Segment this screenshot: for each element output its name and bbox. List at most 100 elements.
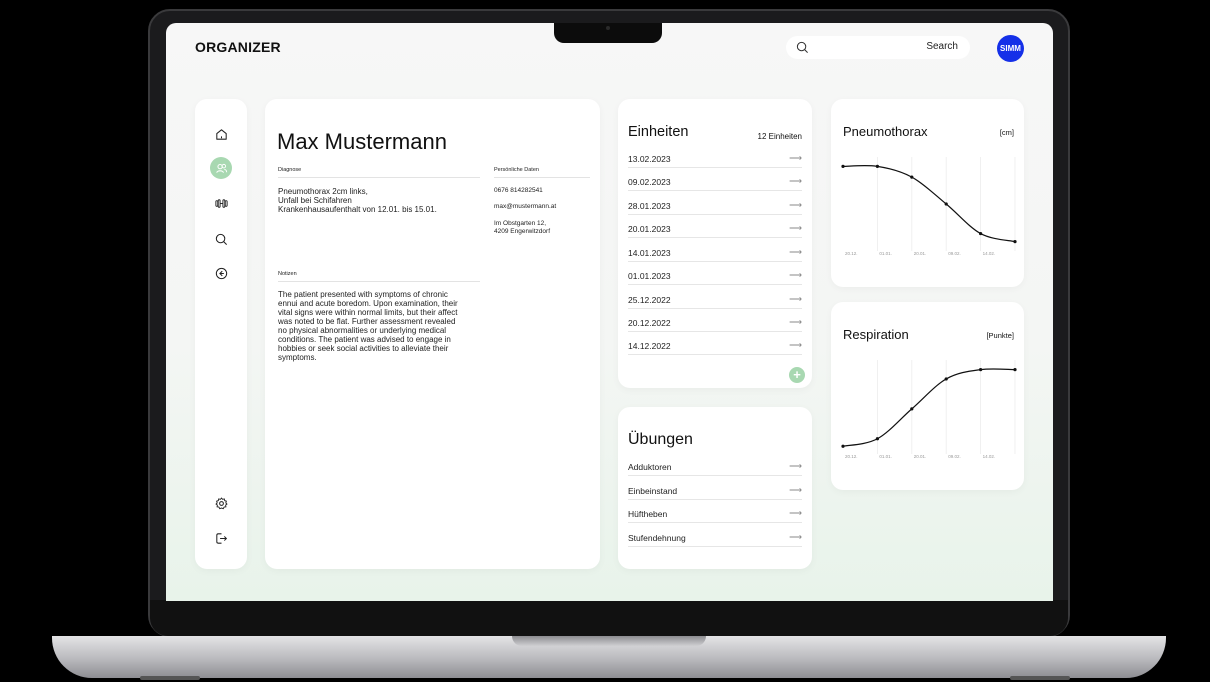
notes-line: was noted to be flat. Further assessment… bbox=[278, 317, 456, 326]
exercise-name: Hüftheben bbox=[628, 509, 668, 519]
logout-icon[interactable] bbox=[210, 527, 232, 549]
chart-title: Pneumothorax bbox=[843, 124, 928, 139]
session-row[interactable]: 13.02.2023 ⟶ bbox=[628, 152, 802, 168]
patient-name: Max Mustermann bbox=[277, 129, 447, 154]
x-tick-label: 14.02. bbox=[983, 454, 996, 459]
exercise-name: Einbeinstand bbox=[628, 486, 678, 496]
session-row[interactable]: 14.12.2022 ⟶ bbox=[628, 339, 802, 355]
series-line bbox=[842, 368, 1016, 447]
arrow-right-icon: ⟶ bbox=[789, 153, 802, 163]
x-tick-label: 01.01. bbox=[879, 251, 892, 256]
sessions-card: Einheiten 12 Einheiten 13.02.2023 ⟶ 09.02… bbox=[618, 99, 812, 388]
address-line: Im Obstgarten 12, bbox=[494, 220, 547, 227]
diagnose-label: Diagnose bbox=[278, 167, 480, 178]
x-tick-label: 20.01. bbox=[914, 251, 927, 256]
session-date: 20.01.2023 bbox=[628, 224, 671, 234]
arrow-right-icon: ⟶ bbox=[789, 461, 802, 471]
notes-label: Notizen bbox=[278, 271, 480, 282]
brand-logo: ORGANIZER bbox=[195, 39, 281, 55]
session-row[interactable]: 14.01.2023 ⟶ bbox=[628, 246, 802, 262]
exercise-row[interactable]: Einbeinstand ⟶ bbox=[628, 484, 802, 500]
sessions-title: Einheiten bbox=[628, 124, 689, 140]
session-date: 13.02.2023 bbox=[628, 154, 671, 164]
x-tick-label: 20.12. bbox=[845, 454, 858, 459]
session-row[interactable]: 01.01.2023 ⟶ bbox=[628, 269, 802, 285]
camera-icon bbox=[606, 26, 610, 30]
session-row[interactable]: 28.01.2023 ⟶ bbox=[628, 199, 802, 215]
settings-icon[interactable] bbox=[210, 492, 232, 514]
arrow-right-icon: ⟶ bbox=[789, 247, 802, 257]
data-point bbox=[841, 444, 845, 448]
data-point bbox=[1013, 368, 1017, 372]
home-icon[interactable] bbox=[210, 123, 232, 145]
arrow-right-icon: ⟶ bbox=[789, 176, 802, 186]
arrow-right-icon: ⟶ bbox=[789, 532, 802, 542]
laptop-foot bbox=[1010, 676, 1070, 680]
data-point bbox=[979, 368, 983, 372]
data-point bbox=[944, 202, 948, 206]
laptop-bezel bbox=[150, 600, 1068, 636]
respiration-chart-card: 20.12. 01.01. 20.01. 09.02. 14.02. Respirati… bbox=[831, 302, 1024, 490]
arrow-right-icon: ⟶ bbox=[789, 294, 802, 304]
data-point bbox=[841, 164, 845, 168]
arrow-right-icon: ⟶ bbox=[789, 485, 802, 495]
chart-title: Respiration bbox=[843, 327, 909, 342]
notes-line: The patient presented with symptoms of c… bbox=[278, 290, 448, 299]
dumbbell-icon[interactable] bbox=[210, 192, 232, 214]
data-point bbox=[944, 377, 948, 381]
series-line bbox=[842, 164, 1016, 243]
arrow-right-icon: ⟶ bbox=[789, 270, 802, 280]
add-session-button[interactable]: + bbox=[789, 367, 805, 383]
data-point bbox=[875, 437, 879, 441]
avatar[interactable]: SIMM bbox=[997, 35, 1024, 62]
session-row[interactable]: 20.12.2022 ⟶ bbox=[628, 316, 802, 332]
notes-line: hobbies or seek social activities to all… bbox=[278, 344, 449, 353]
back-icon[interactable] bbox=[210, 262, 232, 284]
sidebar bbox=[195, 99, 247, 569]
personal-data-label: Persönliche Daten bbox=[494, 167, 590, 178]
data-point bbox=[875, 164, 879, 168]
email-address: max@mustermann.at bbox=[494, 203, 557, 210]
arrow-right-icon: ⟶ bbox=[789, 317, 802, 327]
session-date: 28.01.2023 bbox=[628, 201, 671, 211]
camera-notch bbox=[554, 23, 662, 43]
pneumothorax-chart-card: 20.12. 01.01. 20.01. 09.02. 14.02. Pneumotho… bbox=[831, 99, 1024, 287]
arrow-right-icon: ⟶ bbox=[789, 223, 802, 233]
data-point bbox=[979, 231, 983, 236]
chart-unit: [cm] bbox=[999, 128, 1014, 137]
diagnose-line: Unfall bei Schifahren bbox=[278, 196, 352, 205]
phone-number: 0676 814282541 bbox=[494, 187, 543, 194]
exercise-name: Stufendehnung bbox=[628, 533, 686, 543]
x-tick-label: 20.01. bbox=[914, 454, 927, 459]
session-row[interactable]: 25.12.2022 ⟶ bbox=[628, 293, 802, 309]
data-point bbox=[910, 175, 914, 179]
laptop-opening-notch bbox=[512, 636, 706, 646]
session-row[interactable]: 20.01.2023 ⟶ bbox=[628, 222, 802, 238]
session-date: 25.12.2022 bbox=[628, 295, 671, 305]
session-row[interactable]: 09.02.2023 ⟶ bbox=[628, 175, 802, 191]
notes-line: vital signs were within normal limits, b… bbox=[278, 308, 458, 317]
x-tick-label: 09.02. bbox=[948, 251, 961, 256]
session-date: 20.12.2022 bbox=[628, 318, 671, 328]
diagnose-line: Pneumothorax 2cm links, bbox=[278, 187, 368, 196]
exercises-title: Übungen bbox=[628, 431, 693, 448]
arrow-right-icon: ⟶ bbox=[789, 508, 802, 518]
arrow-right-icon: ⟶ bbox=[789, 200, 802, 210]
notes-line: ennui and acute boredom. Upon examinatio… bbox=[278, 299, 458, 308]
data-point bbox=[1013, 240, 1017, 244]
address-line: 4209 Engerwitzdorf bbox=[494, 228, 551, 235]
session-date: 09.02.2023 bbox=[628, 177, 671, 187]
search-input[interactable]: Search bbox=[786, 36, 970, 59]
session-date: 14.12.2022 bbox=[628, 341, 671, 351]
diagnose-line: Krankenhausaufenthalt von 12.01. bis 15.… bbox=[278, 205, 437, 214]
search-label: Search bbox=[926, 41, 958, 52]
x-tick-label: 14.02. bbox=[983, 251, 996, 256]
sessions-count: 12 Einheiten bbox=[757, 132, 802, 141]
exercise-row[interactable]: Hüftheben ⟶ bbox=[628, 507, 802, 523]
notes-line: no physical abnormalities or underlying … bbox=[278, 326, 447, 335]
users-icon[interactable] bbox=[210, 157, 232, 179]
exercise-row[interactable]: Stufendehnung ⟶ bbox=[628, 531, 802, 547]
search-icon[interactable] bbox=[210, 228, 232, 250]
exercise-row[interactable]: Adduktoren ⟶ bbox=[628, 460, 802, 476]
x-tick-label: 01.01. bbox=[879, 454, 892, 459]
